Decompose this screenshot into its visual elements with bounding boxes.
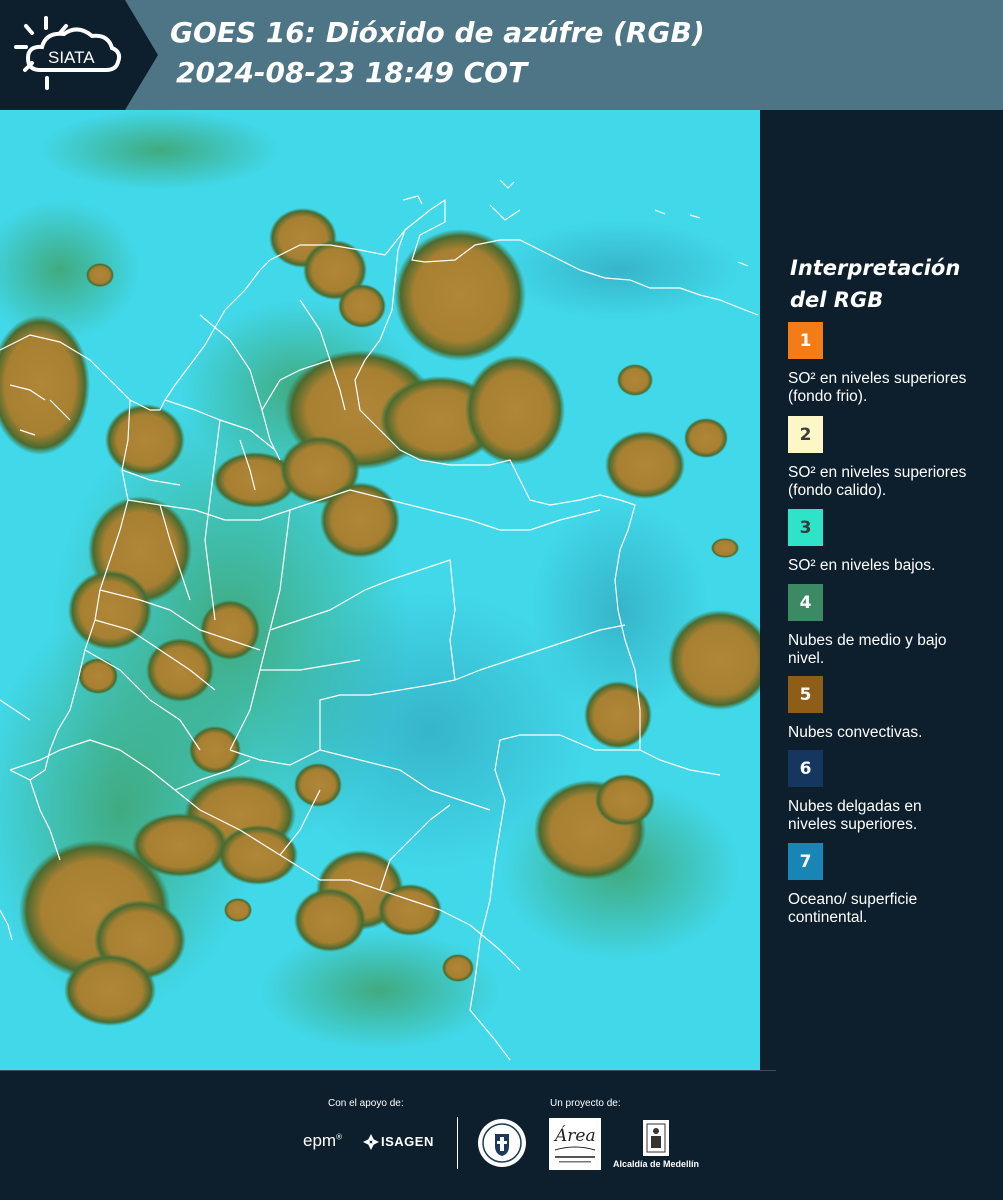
legend-label-1: SO² en niveles superiores (fondo frio).: [788, 370, 967, 405]
isagen-logo: ISAGEN: [362, 1130, 442, 1154]
footer-divider: [457, 1117, 458, 1169]
satellite-map[interactable]: [0, 110, 760, 1070]
legend-swatch-2: 2: [788, 416, 823, 453]
page-title: GOES 16: Dióxido de azúfre (RGB): [170, 16, 705, 49]
legend-swatch-4: 4: [788, 584, 823, 621]
legend-label-6: Nubes delgadas en niveles superiores.: [788, 798, 922, 833]
header-bar: SIATA GOES 16: Dióxido de azúfre (RGB) 2…: [0, 0, 1003, 110]
legend-item-7: 7 Oceano/ superficie continental.: [788, 843, 978, 927]
legend-swatch-1: 1: [788, 322, 823, 359]
siata-logo-text: SIATA: [48, 48, 95, 67]
legend-label-7: Oceano/ superficie continental.: [788, 891, 918, 926]
legend-title: Interpretación del RGB: [790, 256, 961, 312]
area-metropolitana-logo: Área: [549, 1118, 601, 1170]
footer-separator: [0, 1070, 776, 1071]
university-seal-logo: [477, 1118, 527, 1173]
epm-logo-text: epm: [303, 1131, 337, 1150]
legend-item-1: 1 SO² en niveles superiores (fondo frio)…: [788, 322, 978, 406]
legend-label-4: Nubes de medio y bajo nivel.: [788, 632, 947, 667]
legend-label-3: SO² en niveles bajos.: [788, 557, 936, 574]
legend-swatch-7: 7: [788, 843, 823, 880]
legend-swatch-6: 6: [788, 750, 823, 787]
legend-item-4: 4 Nubes de medio y bajo nivel.: [788, 584, 978, 668]
siata-logo: SIATA: [0, 0, 160, 110]
page-timestamp: 2024-08-23 18:49 COT: [176, 56, 528, 89]
footer: Con el apoyo de: Un proyecto de: epm® IS…: [0, 1070, 1003, 1200]
legend-panel: Interpretación del RGB 1 SO² en niveles …: [760, 110, 1003, 1070]
legend-item-2: 2 SO² en niveles superiores (fondo calid…: [788, 416, 978, 500]
legend-label-2: SO² en niveles superiores (fondo calido)…: [788, 464, 967, 499]
legend-item-6: 6 Nubes delgadas en niveles superiores.: [788, 750, 978, 834]
legend-item-5: 5 Nubes convectivas.: [788, 676, 978, 742]
project-label: Un proyecto de:: [550, 1098, 621, 1109]
legend-label-5: Nubes convectivas.: [788, 724, 923, 741]
legend-swatch-5: 5: [788, 676, 823, 713]
alcaldia-medellin-logo: Alcaldía de Medellín: [613, 1118, 703, 1172]
alcaldia-logo-text: Alcaldía de Medellín: [613, 1159, 700, 1169]
epm-logo: epm®: [303, 1131, 342, 1150]
legend-item-3: 3 SO² en niveles bajos.: [788, 509, 978, 575]
support-label: Con el apoyo de:: [328, 1098, 404, 1109]
legend-swatch-3: 3: [788, 509, 823, 546]
isagen-logo-text: ISAGEN: [381, 1134, 434, 1149]
